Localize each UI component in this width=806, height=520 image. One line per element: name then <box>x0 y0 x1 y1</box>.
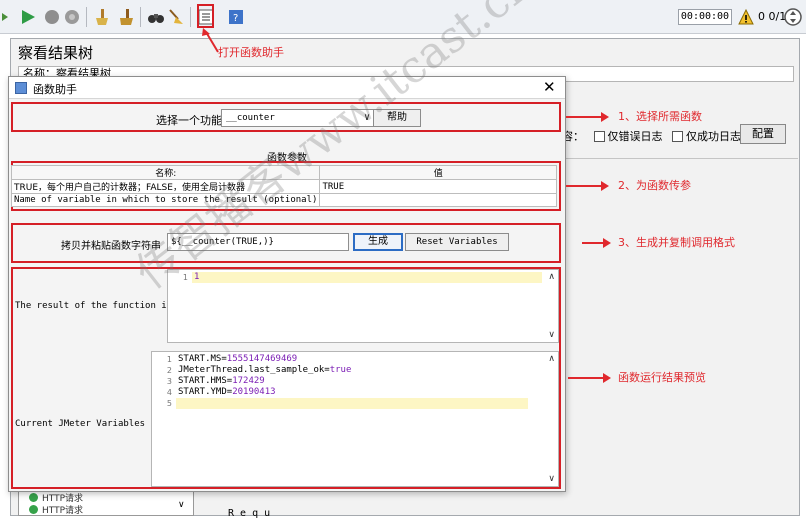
function-select-value: __counter <box>226 113 275 123</box>
clear-all-icon[interactable] <box>118 9 134 25</box>
reset-variables-button[interactable]: Reset Variables <box>405 233 509 251</box>
success-icon <box>29 493 38 502</box>
result-tree[interactable]: HTTP请求 HTTP请求 <box>18 488 194 516</box>
main-toolbar: ? 00:00:00 0 0/1 <box>0 0 806 34</box>
scroll-up-icon[interactable]: ∧ <box>548 272 555 282</box>
table-header-row: 名称: 值 <box>10 165 557 180</box>
param-name-cell: TRUE，每个用户自己的计数器；FALSE，使用全局计数器 <box>10 179 321 194</box>
clear-icon[interactable] <box>94 9 110 25</box>
toolbar-separator <box>86 7 87 27</box>
annotation-arrow-icon <box>582 238 611 248</box>
svg-text:?: ? <box>233 13 238 24</box>
table-row[interactable]: Name of variable in which to store the r… <box>10 193 557 207</box>
errors-only-checkbox[interactable] <box>593 131 605 142</box>
annotation-arrow-icon <box>568 373 611 383</box>
success-only-checkbox[interactable] <box>672 131 683 142</box>
variable-value: 1555147469469 <box>226 354 298 364</box>
annotation-open-helper: 打开函数助手 <box>218 46 284 59</box>
tree-item-label: HTTP请求 <box>42 506 84 516</box>
variable-line: JMeterThread.last_sample_ok=true <box>178 365 351 376</box>
select-function-label: 选择一个功能 <box>156 114 222 127</box>
annotation-preview: 函数运行结果预览 <box>618 371 706 384</box>
toolbar-separator <box>140 7 141 27</box>
chevron-down-icon: ∨ <box>363 112 370 123</box>
result-text: 1 <box>194 272 199 283</box>
chevron-down-icon[interactable]: ∨ <box>178 500 185 510</box>
log-filter-options: 容： 仅错误日志 仅成功日志 <box>562 128 741 144</box>
reset-search-broom-icon[interactable] <box>168 9 184 25</box>
shutdown-icon[interactable] <box>64 9 80 25</box>
variables-text: START.MS=1555147469469 JMeterThread.last… <box>178 354 351 398</box>
scroll-down-icon[interactable]: ∨ <box>548 330 555 340</box>
current-line-highlight <box>176 398 528 409</box>
elapsed-timer: 00:00:00 <box>678 9 732 25</box>
thread-count: 0 0/1 <box>758 10 787 23</box>
generate-button[interactable]: 生成 <box>353 233 403 251</box>
variable-line: START.YMD=20190413 <box>178 387 351 398</box>
variable-line: START.HMS=172429 <box>178 376 351 387</box>
variable-key: START.HMS= <box>178 376 233 386</box>
variable-line: START.MS=1555147469469 <box>178 354 351 365</box>
line-number-gutter: 12345 <box>166 355 172 408</box>
function-select[interactable]: __counter ∨ <box>221 109 377 127</box>
annotation-step1: 1、选择所需函数 <box>618 110 702 123</box>
variable-value: true <box>329 365 352 375</box>
params-table: 名称: 值 TRUE，每个用户自己的计数器；FALSE，使用全局计数器 TRUE… <box>10 165 557 207</box>
errors-only-label: 仅错误日志 <box>607 130 663 143</box>
result-line: 1 <box>194 272 200 282</box>
close-icon[interactable]: ✕ <box>543 78 556 96</box>
remote-start-icon[interactable] <box>784 8 802 26</box>
jmeter-variables-label: Current JMeter Variables <box>15 419 146 429</box>
request-tab-label: R e q u <box>228 508 271 519</box>
toolbar-separator <box>190 7 191 27</box>
search-binoculars-icon[interactable] <box>148 9 164 25</box>
function-string-field[interactable]: ${__counter(TRUE,)} <box>167 233 349 251</box>
function-helper-dialog: 函数助手 ✕ 选择一个功能 __counter ∨ 帮助 函数参数 名称: 值 … <box>8 76 566 492</box>
variable-key: JMeterThread.last_sample_ok= <box>178 365 330 375</box>
stop-icon[interactable] <box>44 9 60 25</box>
annotation-step2: 2、为函数传参 <box>618 179 691 192</box>
function-helper-highlight <box>197 4 214 28</box>
line-number-gutter: 1 <box>182 273 188 282</box>
column-header-value: 值 <box>319 165 557 180</box>
success-only-label: 仅成功日志 <box>686 130 741 143</box>
divider <box>562 158 798 159</box>
success-icon <box>29 505 38 514</box>
help-button[interactable]: 帮助 <box>373 109 421 127</box>
help-book-icon[interactable]: ? <box>228 9 244 25</box>
variable-key: START.YMD= <box>178 387 233 397</box>
param-name-cell: Name of variable in which to store the r… <box>10 193 321 207</box>
copy-paste-label: 拷贝并粘贴函数字符串 <box>61 241 161 252</box>
start-icon[interactable] <box>20 9 36 25</box>
annotation-step3: 3、生成并复制调用格式 <box>618 236 735 249</box>
column-header-name: 名称: <box>10 165 321 180</box>
variable-value: 20190413 <box>232 387 276 397</box>
dialog-title: 函数助手 <box>33 83 77 96</box>
jmeter-app-icon <box>15 82 27 94</box>
annotation-arrow-icon <box>566 112 609 122</box>
function-result-label: The result of the function is <box>15 301 173 311</box>
scroll-up-icon[interactable]: ∧ <box>548 354 555 364</box>
panel-title: 察看结果树 <box>18 44 94 62</box>
jmeter-variables-area[interactable]: 12345 START.MS=1555147469469 JMeterThrea… <box>151 351 559 487</box>
function-result-area[interactable]: 1 1 ∧ ∨ <box>167 269 559 343</box>
tree-item[interactable]: HTTP请求 <box>29 503 83 516</box>
variable-value: 172429 <box>232 376 265 386</box>
annotation-arrow-icon <box>566 181 609 191</box>
config-button[interactable]: 配置 <box>740 124 786 144</box>
table-row[interactable]: TRUE，每个用户自己的计数器；FALSE，使用全局计数器 TRUE <box>10 179 557 194</box>
scroll-down-icon[interactable]: ∨ <box>548 474 555 484</box>
param-value-cell[interactable]: TRUE <box>319 179 557 194</box>
variable-key: START.MS= <box>178 354 227 364</box>
current-line-highlight <box>192 272 542 283</box>
warning-icon[interactable] <box>738 9 754 25</box>
collapse-arrow-icon[interactable] <box>2 9 8 25</box>
dialog-titlebar[interactable]: 函数助手 ✕ <box>9 77 565 99</box>
param-value-cell[interactable] <box>319 193 557 207</box>
